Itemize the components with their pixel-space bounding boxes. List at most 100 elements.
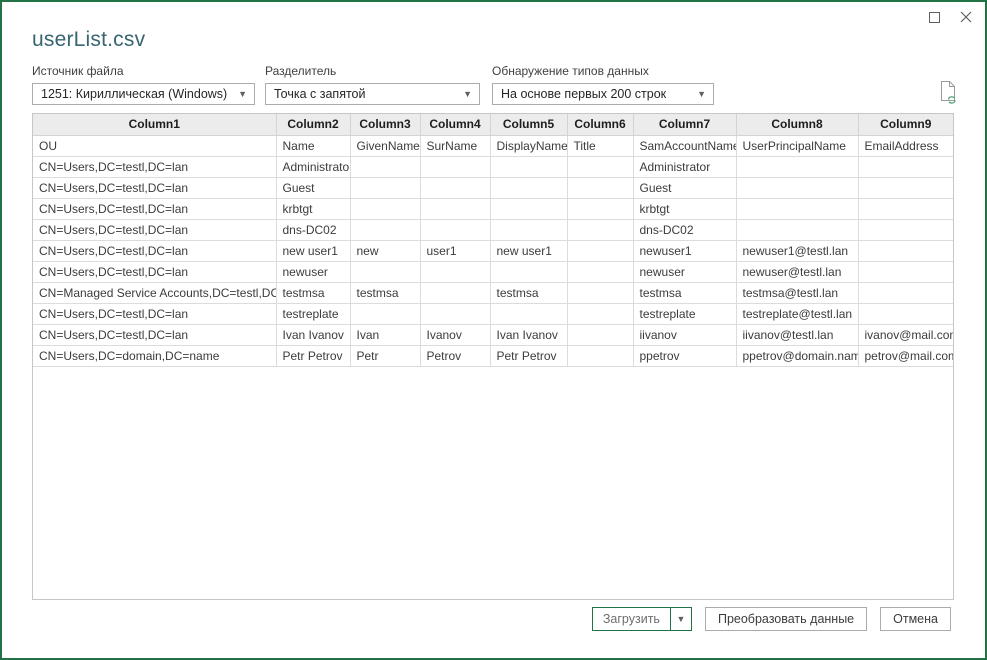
load-button[interactable]: Загрузить — [593, 608, 670, 630]
table-cell — [858, 156, 953, 177]
table-cell — [567, 219, 633, 240]
table-cell — [420, 219, 490, 240]
table-cell: GivenName — [350, 135, 420, 156]
table-cell: petrov@mail.com — [858, 345, 953, 366]
maximize-button[interactable] — [923, 8, 945, 28]
column-header: Column1 — [33, 114, 276, 135]
table-cell: Guest — [276, 177, 350, 198]
column-header: Column9 — [858, 114, 953, 135]
table-cell — [567, 345, 633, 366]
table-cell: CN=Managed Service Accounts,DC=testl,DC=… — [33, 282, 276, 303]
delimiter-value: Точка с запятой — [274, 87, 365, 101]
table-row: CN=Users,DC=testl,DC=lanIvan IvanovIvanI… — [33, 324, 953, 345]
delimiter-field: Разделитель Точка с запятой ▼ — [265, 64, 480, 105]
type-detection-label: Обнаружение типов данных — [492, 64, 714, 79]
table-cell — [736, 156, 858, 177]
table-cell: newuser — [276, 261, 350, 282]
table-cell: SamAccountName — [633, 135, 736, 156]
table-cell: krbtgt — [633, 198, 736, 219]
table-cell: dns-DC02 — [276, 219, 350, 240]
table-row: CN=Users,DC=testl,DC=lannewusernewuserne… — [33, 261, 953, 282]
cancel-button[interactable]: Отмена — [880, 607, 951, 631]
table-cell: testmsa@testl.lan — [736, 282, 858, 303]
table-cell — [490, 261, 567, 282]
table-cell: Ivan — [350, 324, 420, 345]
table-cell — [858, 240, 953, 261]
close-button[interactable] — [955, 8, 977, 28]
table-cell: Petrov — [420, 345, 490, 366]
table-cell — [736, 198, 858, 219]
load-dropdown-button[interactable]: ▼ — [670, 608, 691, 630]
table-cell — [490, 219, 567, 240]
table-cell: testmsa — [633, 282, 736, 303]
table-cell: testreplate@testl.lan — [736, 303, 858, 324]
table-cell — [490, 198, 567, 219]
table-cell — [490, 303, 567, 324]
type-detection-select[interactable]: На основе первых 200 строк ▼ — [492, 83, 714, 105]
table-row: CN=Users,DC=testl,DC=lanAdministratorAdm… — [33, 156, 953, 177]
chevron-down-icon: ▼ — [463, 84, 472, 104]
column-header-row: Column1Column2Column3Column4Column5Colum… — [33, 114, 953, 135]
table-cell: CN=Users,DC=testl,DC=lan — [33, 261, 276, 282]
column-header: Column8 — [736, 114, 858, 135]
table-cell — [567, 156, 633, 177]
table-cell: Title — [567, 135, 633, 156]
table-cell: newuser1 — [633, 240, 736, 261]
table-cell: newuser1@testl.lan — [736, 240, 858, 261]
table-cell: Name — [276, 135, 350, 156]
table-cell: Petr Petrov — [490, 345, 567, 366]
table-cell — [420, 261, 490, 282]
table-cell — [350, 177, 420, 198]
table-row: CN=Users,DC=testl,DC=landns-DC02dns-DC02 — [33, 219, 953, 240]
transform-data-button[interactable]: Преобразовать данные — [705, 607, 867, 631]
table-cell: CN=Users,DC=domain,DC=name — [33, 345, 276, 366]
refresh-preview-button[interactable] — [938, 80, 960, 105]
table-cell — [567, 282, 633, 303]
table-cell: Petr — [350, 345, 420, 366]
table-cell: testmsa — [276, 282, 350, 303]
table-cell — [350, 261, 420, 282]
table-row: CN=Users,DC=testl,DC=lankrbtgtkrbtgt — [33, 198, 953, 219]
table-cell: user1 — [420, 240, 490, 261]
file-origin-select[interactable]: 1251: Кириллическая (Windows) ▼ — [32, 83, 255, 105]
table-cell: Administrator — [633, 156, 736, 177]
table-cell — [858, 198, 953, 219]
table-cell: Guest — [633, 177, 736, 198]
table-cell: krbtgt — [276, 198, 350, 219]
csv-import-dialog: userList.csv Источник файла 1251: Кирилл… — [0, 0, 987, 660]
table-cell: newuser@testl.lan — [736, 261, 858, 282]
column-header: Column7 — [633, 114, 736, 135]
table-cell: UserPrincipalName — [736, 135, 858, 156]
table-cell — [420, 177, 490, 198]
type-detection-field: Обнаружение типов данных На основе первы… — [492, 64, 714, 105]
table-cell: testmsa — [350, 282, 420, 303]
table-cell — [858, 303, 953, 324]
chevron-down-icon: ▼ — [238, 84, 247, 104]
table-cell: iivanov — [633, 324, 736, 345]
table-cell — [858, 177, 953, 198]
table-cell — [350, 219, 420, 240]
table-cell: Ivanov — [420, 324, 490, 345]
preview-table-frame: Column1Column2Column3Column4Column5Colum… — [32, 113, 954, 600]
table-cell: new — [350, 240, 420, 261]
table-cell — [736, 177, 858, 198]
table-row: OUNameGivenNameSurNameDisplayNameTitleSa… — [33, 135, 953, 156]
table-cell — [567, 261, 633, 282]
table-cell: ivanov@mail.com — [858, 324, 953, 345]
table-row: CN=Users,DC=testl,DC=lannew user1newuser… — [33, 240, 953, 261]
table-cell: CN=Users,DC=testl,DC=lan — [33, 303, 276, 324]
table-cell — [858, 219, 953, 240]
table-cell: newuser — [633, 261, 736, 282]
column-header: Column3 — [350, 114, 420, 135]
table-row: CN=Managed Service Accounts,DC=testl,DC=… — [33, 282, 953, 303]
column-header: Column5 — [490, 114, 567, 135]
table-cell — [858, 261, 953, 282]
chevron-down-icon: ▼ — [697, 84, 706, 104]
close-icon — [960, 11, 972, 26]
table-cell: Ivan Ivanov — [276, 324, 350, 345]
table-cell — [420, 156, 490, 177]
delimiter-select[interactable]: Точка с запятой ▼ — [265, 83, 480, 105]
table-cell: CN=Users,DC=testl,DC=lan — [33, 219, 276, 240]
table-cell: CN=Users,DC=testl,DC=lan — [33, 324, 276, 345]
table-cell — [490, 156, 567, 177]
